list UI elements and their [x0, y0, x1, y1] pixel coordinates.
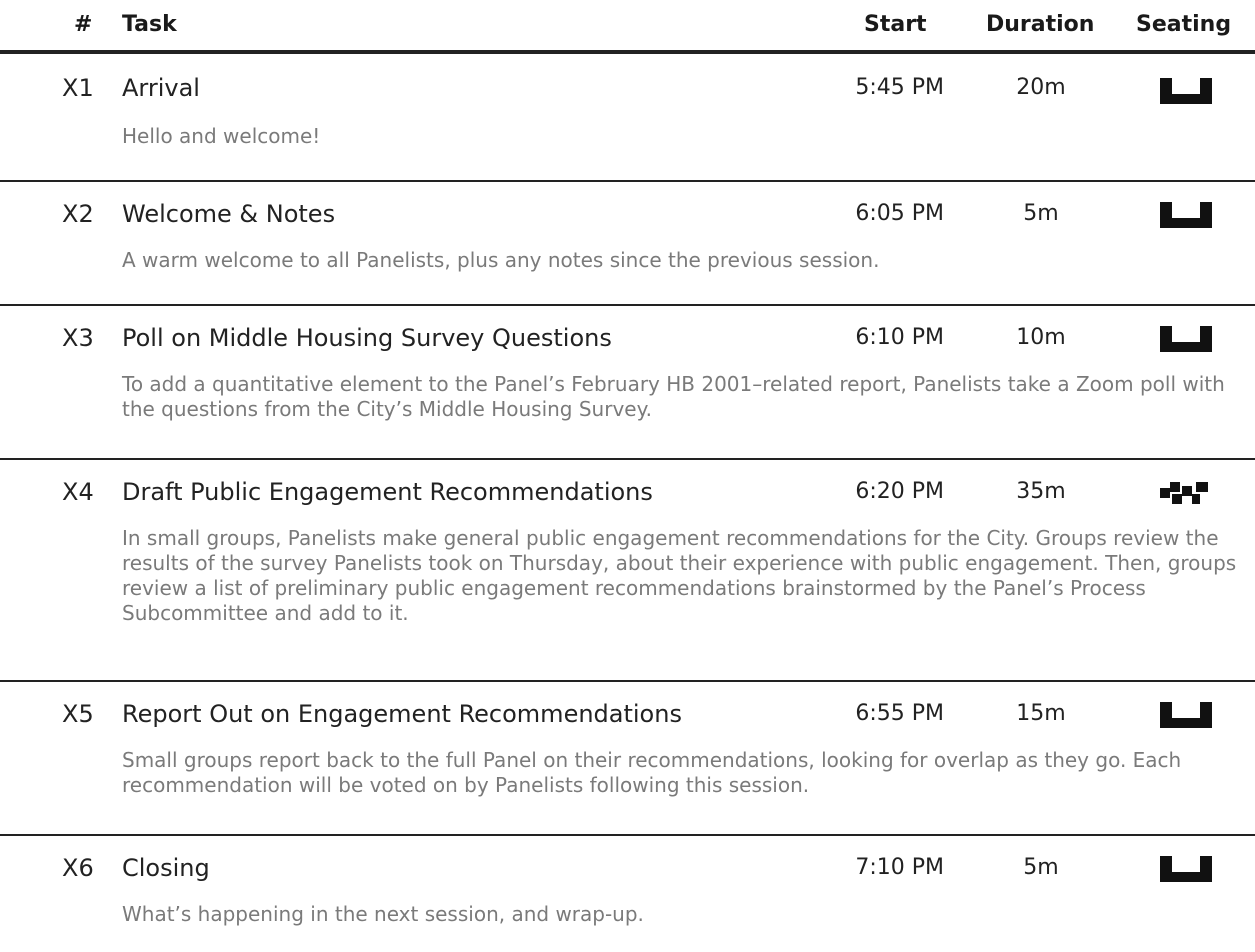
agenda-row: X5 Report Out on Engagement Recommendati… — [0, 682, 1255, 836]
row-number: X4 — [62, 478, 94, 506]
row-duration: 15m — [1016, 701, 1066, 726]
row-title: Poll on Middle Housing Survey Questions — [122, 324, 612, 352]
row-title: Closing — [122, 854, 210, 882]
header-duration: Duration — [986, 12, 1095, 37]
row-start: 6:05 PM — [855, 201, 944, 226]
row-duration: 5m — [1023, 201, 1059, 226]
plenary-seating-icon — [1160, 326, 1212, 352]
plenary-seating-icon — [1160, 202, 1212, 228]
row-duration: 35m — [1016, 479, 1066, 504]
row-start: 7:10 PM — [855, 855, 944, 880]
row-description: Hello and welcome! — [122, 124, 321, 148]
row-number: X5 — [62, 700, 94, 728]
small-groups-seating-icon — [1160, 482, 1208, 504]
header-number: # — [74, 12, 93, 37]
row-number: X2 — [62, 200, 94, 228]
row-duration: 5m — [1023, 855, 1059, 880]
row-description: To add a quantitative element to the Pan… — [122, 372, 1225, 421]
row-start: 6:10 PM — [855, 325, 944, 350]
row-number: X1 — [62, 74, 94, 102]
agenda-header: # Task Start Duration Seating — [0, 0, 1255, 54]
header-start: Start — [864, 12, 927, 37]
row-description: A warm welcome to all Panelists, plus an… — [122, 248, 880, 272]
header-task: Task — [122, 12, 177, 37]
row-number: X3 — [62, 324, 94, 352]
plenary-seating-icon — [1160, 78, 1212, 104]
row-title: Report Out on Engagement Recommendations — [122, 700, 682, 728]
header-seating: Seating — [1136, 12, 1232, 37]
row-duration: 10m — [1016, 325, 1066, 350]
agenda-row: X6 Closing 7:10 PM 5m What’s happening i… — [0, 836, 1255, 952]
plenary-seating-icon — [1160, 856, 1212, 882]
row-title: Arrival — [122, 74, 200, 102]
agenda-row: X4 Draft Public Engagement Recommendatio… — [0, 460, 1255, 682]
row-number: X6 — [62, 854, 94, 882]
row-duration: 20m — [1016, 75, 1066, 100]
row-start: 6:20 PM — [855, 479, 944, 504]
row-title: Draft Public Engagement Recommendations — [122, 478, 653, 506]
row-description: What’s happening in the next session, an… — [122, 902, 644, 926]
plenary-seating-icon — [1160, 702, 1212, 728]
row-title: Welcome & Notes — [122, 200, 336, 228]
agenda-row: X3 Poll on Middle Housing Survey Questio… — [0, 306, 1255, 460]
row-description: Small groups report back to the full Pan… — [122, 748, 1182, 797]
agenda-row: X1 Arrival 5:45 PM 20m Hello and welcome… — [0, 54, 1255, 182]
row-start: 6:55 PM — [855, 701, 944, 726]
row-start: 5:45 PM — [855, 75, 944, 100]
agenda-row: X2 Welcome & Notes 6:05 PM 5m A warm wel… — [0, 182, 1255, 306]
row-description: In small groups, Panelists make general … — [122, 526, 1237, 625]
